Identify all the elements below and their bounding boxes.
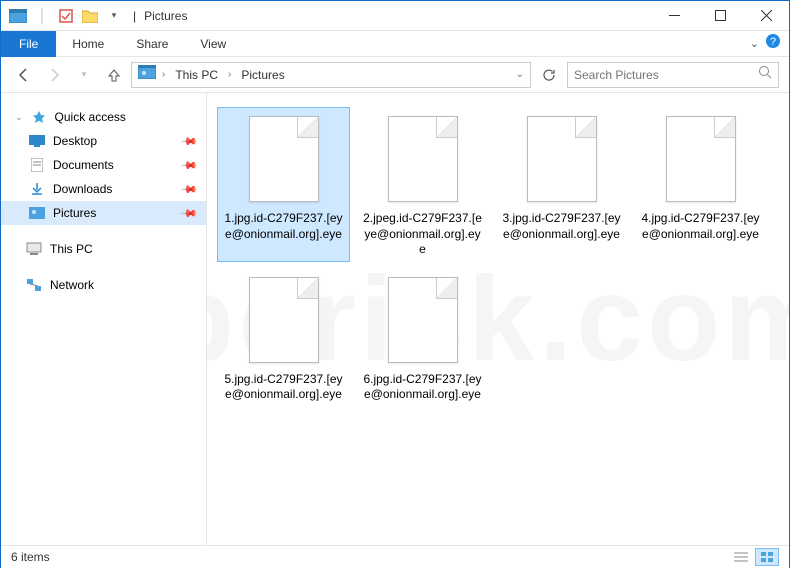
- close-button[interactable]: [743, 1, 789, 31]
- thumbnails-view-button[interactable]: [755, 548, 779, 566]
- nav-network[interactable]: › Network: [1, 273, 206, 297]
- qat-dropdown-icon[interactable]: ▾: [103, 5, 125, 27]
- file-name: 6.jpg.id-C279F237.[eye@onionmail.org].ey…: [360, 372, 485, 403]
- nav-quick-access[interactable]: ⌄ Quick access: [1, 105, 206, 129]
- file-name: 5.jpg.id-C279F237.[eye@onionmail.org].ey…: [221, 372, 346, 403]
- tab-view[interactable]: View: [184, 31, 242, 57]
- nav-label: Network: [50, 278, 94, 292]
- ribbon: File Home Share View ⌄ ?: [1, 31, 789, 57]
- qat-separator: |: [31, 5, 53, 27]
- documents-icon: [29, 157, 45, 173]
- nav-label: Desktop: [53, 134, 97, 148]
- addressbar: ▾ › This PC › Pictures ⌄: [1, 57, 789, 93]
- file-name: 4.jpg.id-C279F237.[eye@onionmail.org].ey…: [638, 211, 763, 242]
- file-icon: [236, 111, 332, 207]
- nav-label: Quick access: [55, 110, 126, 124]
- file-icon: [375, 111, 471, 207]
- up-button[interactable]: [101, 62, 127, 88]
- nav-pictures[interactable]: Pictures 📌: [1, 201, 206, 225]
- breadcrumb-pictures[interactable]: Pictures: [237, 68, 288, 82]
- search-icon[interactable]: [758, 65, 772, 84]
- forward-button[interactable]: [41, 62, 67, 88]
- details-view-button[interactable]: [729, 548, 753, 566]
- navigation-pane: ⌄ Quick access Desktop 📌 Documents 📌 Dow…: [1, 93, 207, 545]
- statusbar: 6 items: [1, 545, 789, 568]
- file-item[interactable]: 2.jpeg.id-C279F237.[eye@onionmail.org].e…: [356, 107, 489, 262]
- title-separator: |: [133, 9, 136, 23]
- window-controls: [651, 1, 789, 31]
- file-icon: [236, 272, 332, 368]
- desktop-icon: [29, 133, 45, 149]
- pin-icon: 📌: [180, 156, 199, 175]
- chevron-right-icon[interactable]: ›: [228, 69, 231, 80]
- nav-label: Documents: [53, 158, 114, 172]
- file-icon: [653, 111, 749, 207]
- maximize-button[interactable]: [697, 1, 743, 31]
- network-icon: [26, 277, 42, 293]
- pin-icon: 📌: [180, 132, 199, 151]
- body: ⌄ Quick access Desktop 📌 Documents 📌 Dow…: [1, 93, 789, 545]
- back-button[interactable]: [11, 62, 37, 88]
- file-icon: [514, 111, 610, 207]
- file-name: 3.jpg.id-C279F237.[eye@onionmail.org].ey…: [499, 211, 624, 242]
- file-item[interactable]: 5.jpg.id-C279F237.[eye@onionmail.org].ey…: [217, 268, 350, 407]
- nav-label: This PC: [50, 242, 93, 256]
- nav-label: Pictures: [53, 206, 96, 220]
- nav-downloads[interactable]: Downloads 📌: [1, 177, 206, 201]
- downloads-icon: [29, 181, 45, 197]
- file-tab[interactable]: File: [1, 31, 56, 57]
- file-name: 1.jpg.id-C279F237.[eye@onionmail.org].ey…: [221, 211, 346, 242]
- minimize-button[interactable]: [651, 1, 697, 31]
- window-title: Pictures: [144, 9, 187, 23]
- help-icon[interactable]: ?: [765, 33, 781, 54]
- chevron-right-icon[interactable]: ›: [162, 69, 165, 80]
- quick-access-toolbar: | ▾: [1, 5, 125, 27]
- pin-icon: 📌: [180, 204, 199, 223]
- tab-share[interactable]: Share: [120, 31, 184, 57]
- new-folder-icon[interactable]: [79, 5, 101, 27]
- nav-desktop[interactable]: Desktop 📌: [1, 129, 206, 153]
- search-input[interactable]: [574, 68, 752, 82]
- nav-documents[interactable]: Documents 📌: [1, 153, 206, 177]
- address-dropdown-icon[interactable]: ⌄: [516, 69, 524, 80]
- svg-text:?: ?: [770, 36, 776, 48]
- this-pc-icon: [26, 241, 42, 257]
- item-count: 6 items: [11, 550, 50, 564]
- refresh-button[interactable]: [535, 62, 563, 88]
- nav-this-pc[interactable]: › This PC: [1, 237, 206, 261]
- expand-ribbon-icon[interactable]: ⌄: [750, 37, 759, 50]
- breadcrumb-this-pc[interactable]: This PC: [171, 68, 222, 82]
- file-item[interactable]: 1.jpg.id-C279F237.[eye@onionmail.org].ey…: [217, 107, 350, 262]
- chevron-down-icon: ⌄: [15, 112, 23, 123]
- pictures-folder-icon: [138, 65, 156, 84]
- address-box[interactable]: › This PC › Pictures ⌄: [131, 62, 531, 88]
- properties-icon[interactable]: [55, 5, 77, 27]
- file-item[interactable]: 6.jpg.id-C279F237.[eye@onionmail.org].ey…: [356, 268, 489, 407]
- search-box[interactable]: [567, 62, 779, 88]
- tab-home[interactable]: Home: [56, 31, 120, 57]
- nav-label: Downloads: [53, 182, 112, 196]
- pin-icon: 📌: [180, 180, 199, 199]
- file-name: 2.jpeg.id-C279F237.[eye@onionmail.org].e…: [360, 211, 485, 258]
- file-item[interactable]: 3.jpg.id-C279F237.[eye@onionmail.org].ey…: [495, 107, 628, 262]
- file-icon: [375, 272, 471, 368]
- explorer-icon: [7, 5, 29, 27]
- file-item[interactable]: 4.jpg.id-C279F237.[eye@onionmail.org].ey…: [634, 107, 767, 262]
- recent-dropdown-icon[interactable]: ▾: [71, 62, 97, 88]
- titlebar: | ▾ | Pictures: [1, 1, 789, 31]
- content-pane[interactable]: pcrisk.com 1.jpg.id-C279F237.[eye@onionm…: [207, 93, 789, 545]
- star-icon: [31, 109, 47, 125]
- pictures-icon: [29, 205, 45, 221]
